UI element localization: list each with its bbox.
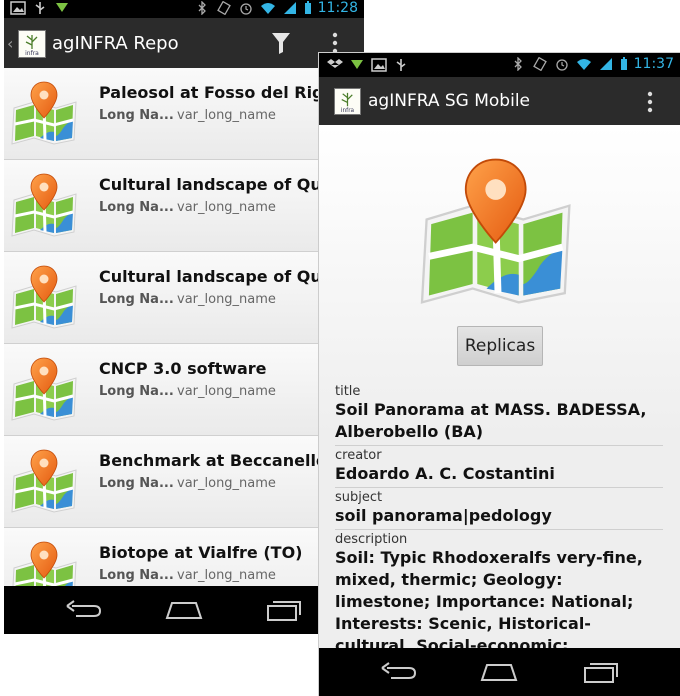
- alarm-icon: [555, 59, 568, 71]
- map-pin-icon: [10, 172, 80, 238]
- bluetooth-icon: [514, 57, 522, 71]
- wifi-icon: [576, 59, 591, 70]
- status-bar: 11:28: [4, 0, 364, 18]
- recent-apps-icon[interactable]: [581, 660, 621, 684]
- item-long-name-label: Long Na...: [99, 476, 174, 491]
- overflow-menu-icon[interactable]: [647, 91, 653, 113]
- usb-icon: [396, 59, 406, 71]
- svg-text:infra: infra: [341, 108, 354, 114]
- list-item[interactable]: Cultural landscape of Querc Long Na... var…: [4, 252, 364, 344]
- item-long-name-label: Long Na...: [99, 200, 174, 215]
- home-icon[interactable]: [164, 598, 204, 622]
- action-bar: infra agINFRA SG Mobile: [319, 77, 680, 125]
- repository-list: Paleosol at Fosso del Rigo c Long Na... va…: [4, 68, 364, 620]
- app-logo[interactable]: infra: [334, 88, 361, 115]
- status-time: 11:37: [633, 56, 674, 72]
- download-icon: [351, 60, 363, 69]
- app-title: agINFRA Repo: [52, 33, 179, 54]
- item-long-name-label: Long Na...: [99, 568, 174, 583]
- home-icon[interactable]: [479, 660, 519, 684]
- rotation-icon: [216, 1, 231, 15]
- title-value: Soil Panorama at MASS. BADESSA, Alberobe…: [335, 399, 663, 446]
- map-pin-icon: [10, 264, 80, 330]
- right-phone-screen: 11:37 infra agINFRA SG Mobile Replicas t…: [319, 53, 680, 696]
- item-long-name-value: var_long_name: [177, 108, 276, 123]
- item-title: Cultural landscape of Querc: [99, 267, 350, 286]
- battery-icon: [620, 57, 627, 70]
- recent-apps-icon[interactable]: [264, 598, 304, 622]
- signal-icon: [283, 2, 296, 14]
- funnel-icon[interactable]: [270, 30, 292, 56]
- back-icon[interactable]: [379, 660, 419, 684]
- back-icon[interactable]: [64, 598, 104, 622]
- app-title: agINFRA SG Mobile: [368, 91, 531, 111]
- map-pin-icon: [10, 356, 80, 422]
- detail-content: Replicas title Soil Panorama at MASS. BA…: [319, 125, 680, 655]
- title-label: title: [335, 384, 361, 399]
- item-long-name-value: var_long_name: [177, 476, 276, 491]
- app-logo[interactable]: infra: [18, 30, 46, 58]
- dropbox-icon: [327, 59, 343, 68]
- list-item[interactable]: Paleosol at Fosso del Rigo c Long Na... va…: [4, 68, 364, 160]
- item-long-name-value: var_long_name: [177, 384, 276, 399]
- replicas-button[interactable]: Replicas: [457, 326, 543, 366]
- usb-icon: [35, 2, 45, 14]
- image-notification-icon: [10, 1, 26, 15]
- navigation-bar: [4, 586, 364, 634]
- signal-icon: [599, 58, 612, 70]
- action-bar: ‹ infra agINFRA Repo: [4, 18, 364, 68]
- subject-label: subject: [335, 490, 383, 505]
- description-label: description: [335, 532, 408, 547]
- subject-value: soil panorama|pedology: [335, 505, 663, 530]
- up-caret-icon[interactable]: ‹: [7, 34, 13, 53]
- overflow-menu-icon[interactable]: [332, 32, 338, 54]
- battery-icon: [304, 1, 311, 14]
- wifi-icon: [260, 3, 275, 14]
- map-pin-icon: [412, 155, 584, 307]
- item-long-name-label: Long Na...: [99, 292, 174, 307]
- item-title: Cultural landscape of Querc: [99, 175, 350, 194]
- navigation-bar: [319, 648, 680, 696]
- status-time: 11:28: [317, 0, 358, 16]
- map-pin-icon: [10, 80, 80, 146]
- list-item[interactable]: Cultural landscape of Querc Long Na... var…: [4, 160, 364, 252]
- image-notification-icon: [371, 58, 387, 72]
- map-pin-icon: [10, 448, 80, 514]
- item-long-name-value: var_long_name: [177, 292, 276, 307]
- item-long-name-label: Long Na...: [99, 384, 174, 399]
- metadata-fields: title Soil Panorama at MASS. BADESSA, Al…: [335, 382, 663, 660]
- list-item[interactable]: CNCP 3.0 software Long Na... var_long_name: [4, 344, 364, 436]
- creator-value: Edoardo A. C. Costantini: [335, 463, 663, 488]
- item-title: Paleosol at Fosso del Rigo c: [99, 83, 350, 102]
- status-bar: 11:37: [319, 53, 680, 77]
- download-icon: [56, 3, 68, 12]
- creator-label: creator: [335, 448, 382, 463]
- left-phone-screen: 11:28 ‹ infra agINFRA Repo Paleosol at F…: [4, 0, 364, 634]
- bluetooth-icon: [198, 1, 206, 15]
- item-long-name-value: var_long_name: [177, 200, 276, 215]
- rotation-icon: [532, 57, 547, 71]
- svg-text:infra: infra: [25, 50, 39, 57]
- item-title: Biotope at Vialfre (TO): [99, 543, 303, 562]
- list-item[interactable]: Benchmark at Beccanello d Long Na... var_l…: [4, 436, 364, 528]
- item-title: Benchmark at Beccanello d: [99, 451, 344, 470]
- description-value: Soil: Typic Rhodoxeralfs very-fine, mixe…: [335, 548, 643, 655]
- item-title: CNCP 3.0 software: [99, 359, 267, 378]
- item-long-name-value: var_long_name: [177, 568, 276, 583]
- item-long-name-label: Long Na...: [99, 108, 174, 123]
- alarm-icon: [239, 3, 252, 15]
